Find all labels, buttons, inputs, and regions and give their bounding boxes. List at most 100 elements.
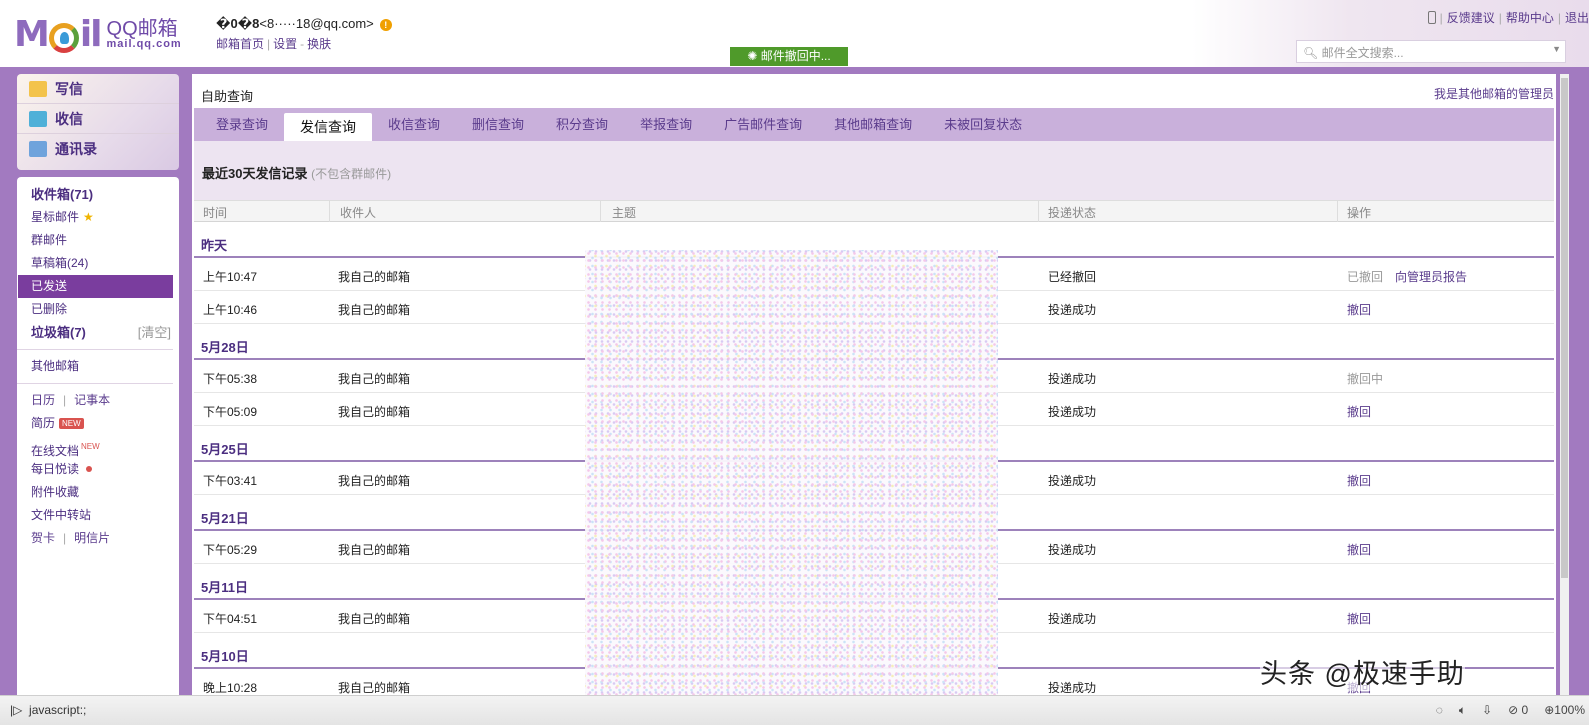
status-bar: |▷ javascript:; ◌ 🔈︎ ⇩ ⊘ 0 ⊕100% [0,695,1589,725]
user-info: �0�8<8·····18@qq.com>! 邮箱首页 | 设置 - 换肤 [216,16,392,52]
compose-icon [29,80,47,97]
delivery-status: 投递成功 [1048,543,1097,557]
clear-spam-link[interactable]: [清空] [138,321,171,344]
folder-group[interactable]: 群邮件 [17,229,179,252]
resume-link[interactable]: 简历 NEW [17,412,179,435]
table-header: 时间 收件人 主题 投递状态 操作 [194,200,1554,222]
recipient: 我自己的邮箱 [338,405,411,419]
sent-time: 下午05:38 [203,372,258,386]
contacts-button[interactable]: 通讯录 [17,134,179,164]
scrollbar[interactable] [1560,74,1569,695]
recall-link[interactable]: 撤回 [1347,543,1371,557]
help-link[interactable]: 帮助中心 [1506,11,1554,25]
tab-6[interactable]: 广告邮件查询 [708,108,818,141]
tab-bar: 登录查询 发信查询 收信查询 删信查询 积分查询 举报查询 广告邮件查询 其他邮箱查询 未被回复… [194,108,1554,141]
recall-link[interactable]: 撤回 [1347,303,1371,317]
folder-drafts[interactable]: 草稿箱(24) [17,252,179,275]
contacts-icon [29,141,47,157]
docs-link[interactable]: 在线文档 NEW [17,435,179,458]
recall-link[interactable]: 撤回 [1347,612,1371,626]
tab-0[interactable]: 登录查询 [200,108,284,141]
postcards-link[interactable]: 明信片 [74,531,110,545]
file-transfer-link[interactable]: 文件中转站 [17,504,179,527]
col-status: 投递状态 [1048,206,1097,220]
recipient: 我自己的邮箱 [338,681,411,695]
zoom-level[interactable]: ⊕100% [1544,703,1585,718]
search-input[interactable]: 🔍︎ 邮件全文搜索... ▼ [1296,40,1566,63]
sent-time: 下午04:51 [203,612,258,626]
recipient: 我自己的邮箱 [338,474,411,488]
tab-2[interactable]: 收信查询 [372,108,456,141]
calendar-link[interactable]: 日历 [31,393,55,407]
group-date: 5月28日 [201,340,249,355]
new-badge: NEW [59,418,84,429]
recall-link: 撤回中 [1347,372,1384,386]
delivery-status: 已经撤回 [1048,270,1097,284]
divider [17,383,173,384]
delivery-status: 投递成功 [1048,405,1097,419]
section-header: 最近30天发信记录 (不包含群邮件) [194,141,1554,200]
section-title: 最近30天发信记录 [202,166,308,181]
delivery-status: 投递成功 [1048,612,1097,626]
logo-o-icon [48,22,79,53]
block-count[interactable]: ⊘ 0 [1508,703,1528,718]
col-recipient: 收件人 [340,206,377,220]
sent-time: 下午03:41 [203,474,258,488]
scrollbar-thumb[interactable] [1561,78,1568,578]
folder-sent[interactable]: 已发送 [18,275,173,298]
shield-icon[interactable]: ◌ [1436,703,1443,718]
warning-icon[interactable]: ! [379,19,392,31]
sent-time: 晚上10:28 [203,681,258,695]
tab-5[interactable]: 举报查询 [624,108,708,141]
unread-dot-icon [86,466,93,472]
recipient: 我自己的邮箱 [338,372,411,386]
page-title: 自助查询 [201,89,254,104]
sound-icon[interactable]: 🔈︎ [1459,703,1466,718]
logo-title: QQ邮箱 [106,18,178,40]
recall-link: 已撤回 [1347,270,1384,284]
tab-4[interactable]: 积分查询 [540,108,624,141]
feedback-link[interactable]: 反馈建议 [1447,11,1495,25]
notes-link[interactable]: 记事本 [74,393,110,407]
top-links: | 反馈建议 | 帮助中心 | 退出 [1427,9,1589,26]
report-admin-link[interactable]: 向管理员报告 [1395,270,1467,284]
group-date: 5月25日 [201,442,249,457]
tab-7[interactable]: 其他邮箱查询 [818,108,928,141]
folder-list: 收件箱(71) 星标邮件 ★ 群邮件 草稿箱(24) 已发送 已删除 垃圾箱(7)… [17,177,179,695]
new-badge: NEW [81,442,100,451]
qq-mail-logo[interactable]: Mil QQ邮箱 mail.qq.com [14,14,182,55]
mailbox-home-link[interactable]: 邮箱首页 [216,37,264,51]
chevron-down-icon[interactable]: ▼ [1552,44,1561,54]
section-note: (不包含群邮件) [311,167,392,181]
logout-link[interactable]: 退出 [1565,11,1589,25]
star-icon: ★ [83,210,94,224]
compose-button[interactable]: 写信 [17,74,179,104]
tab-3[interactable]: 删信查询 [456,108,540,141]
group-date: 5月10日 [201,649,249,664]
delivery-status: 投递成功 [1048,474,1097,488]
folder-spam[interactable]: 垃圾箱(7) [清空] [17,321,179,344]
receive-icon [29,110,47,127]
phone-icon[interactable] [1427,11,1436,24]
download-icon[interactable]: ⇩ [1482,703,1492,718]
recall-link[interactable]: 撤回 [1347,474,1371,488]
admin-link[interactable]: 我是其他邮箱的管理员 [1434,85,1554,102]
other-mailboxes[interactable]: 其他邮箱 [17,355,179,378]
daily-reading-link[interactable]: 每日悦读 [17,458,179,481]
folder-deleted[interactable]: 已删除 [17,298,179,321]
tab-8[interactable]: 未被回复状态 [928,108,1038,141]
recall-link[interactable]: 撤回 [1347,405,1371,419]
tab-1[interactable]: 发信查询 [284,113,373,141]
col-subject: 主题 [612,206,637,220]
cards-link[interactable]: 贺卡 [31,531,55,545]
folder-starred[interactable]: 星标邮件 ★ [17,206,179,229]
sidebar-toggle-icon[interactable]: |▷ [10,703,22,717]
attachments-link[interactable]: 附件收藏 [17,481,179,504]
receive-button[interactable]: 收信 [17,104,179,134]
col-time: 时间 [203,206,228,220]
skin-link[interactable]: 换肤 [307,37,331,51]
group-date: 5月11日 [201,580,248,595]
settings-link[interactable]: 设置 [273,37,297,51]
group-date: 昨天 [201,238,228,253]
folder-inbox[interactable]: 收件箱(71) [17,183,179,206]
